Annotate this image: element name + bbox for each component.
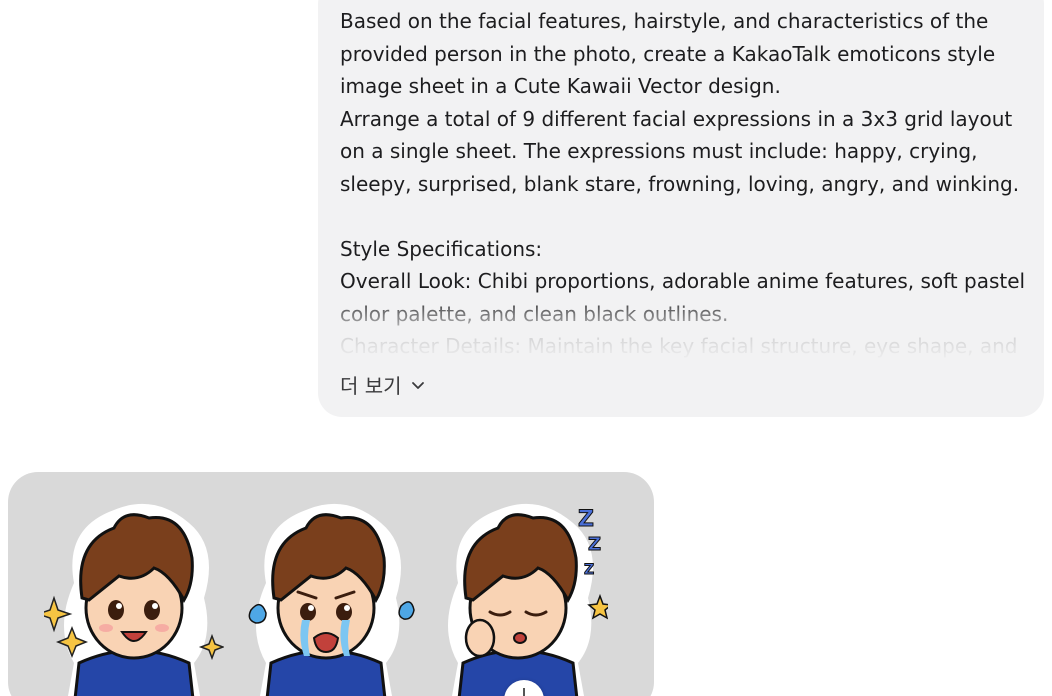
message-line: Character Details: Maintain the key faci… [340, 334, 1018, 358]
user-message-text: Based on the facial features, hairstyle,… [340, 5, 1030, 363]
sleepy-sticker: Z Z Z [448, 503, 608, 696]
message-line: Style Specifications: [340, 236, 543, 261]
message-line: on a single sheet. The expressions must … [340, 139, 978, 163]
message-line: Arrange a total of 9 different facial ex… [340, 106, 1013, 131]
user-message-bubble: Based on the facial features, hairstyle,… [318, 0, 1044, 417]
message-line: image sheet in a Cute Kawaii Vector desi… [340, 74, 781, 98]
chevron-down-icon [411, 381, 424, 389]
crying-sticker [248, 503, 415, 696]
message-line: provided person in the photo, create a K… [340, 41, 996, 66]
message-line: sleepy, surprised, blank stare, frowning… [340, 171, 1020, 196]
chat-view: Based on the facial features, hairstyle,… [0, 0, 1052, 696]
message-line: Overall Look: Chibi proportions, adorabl… [340, 269, 1026, 293]
happy-sticker [44, 503, 224, 696]
message-line: color palette, and clean black outlines. [340, 301, 729, 326]
message-line [340, 200, 1030, 233]
svg-text:Z: Z [578, 507, 594, 532]
show-more-button[interactable]: 더 보기 [340, 370, 426, 399]
message-line: Based on the facial features, hairstyle,… [340, 9, 989, 33]
svg-text:Z: Z [588, 534, 601, 555]
svg-text:Z: Z [584, 562, 594, 578]
show-more-label: 더 보기 [340, 374, 402, 398]
generated-image[interactable]: Z Z Z [8, 472, 654, 696]
